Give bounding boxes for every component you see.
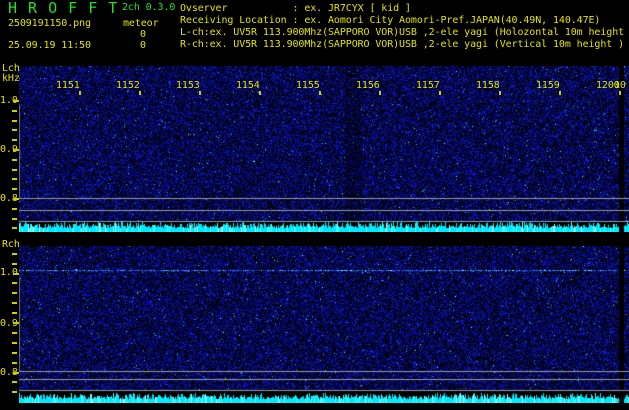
rch-spectrogram-canvas (19, 246, 629, 403)
axis-tick (12, 362, 17, 364)
axis-tick (12, 120, 17, 122)
observer-info-line: Ovserver : ex. JR7CYX [ kid ] (180, 3, 411, 15)
rch-channel-label: Rch (2, 239, 20, 251)
axis-tick (559, 91, 561, 95)
axis-tick (199, 91, 201, 95)
axis-tick (12, 188, 17, 190)
lch-info-line: L-ch:ex. UV5R 113.900Mhz(SAPPORO VOR)USB… (180, 27, 624, 39)
axis-tick (13, 372, 19, 374)
output-filename: 2509191150.png (8, 18, 91, 30)
time-label-1151: 1151 (56, 80, 80, 92)
hrofft-output-image: H R O F F T 2ch 0.3.0 2509191150.png met… (0, 0, 629, 410)
axis-tick (12, 218, 17, 220)
channel-version-label: 2ch 0.3.0 (122, 2, 175, 14)
rch-info-line: R-ch:ex. UV5R 113.900Mhz(SAPPORO VOR)USB… (180, 39, 624, 51)
axis-tick (12, 129, 17, 131)
axis-tick (259, 91, 261, 95)
axis-tick (12, 139, 17, 141)
axis-tick (12, 178, 17, 180)
axis-tick (13, 273, 19, 275)
axis-tick (12, 312, 17, 314)
axis-tick (379, 91, 381, 95)
axis-tick (12, 332, 17, 334)
axis-tick (12, 263, 17, 265)
axis-tick (13, 149, 19, 151)
axis-tick (13, 100, 19, 102)
axis-tick (319, 91, 321, 95)
time-label-1156: 1156 (356, 80, 380, 92)
meteor-count-rch: 0 (140, 40, 146, 52)
axis-tick (79, 91, 81, 95)
axis-tick (12, 253, 17, 255)
time-label-1159: 1159 (536, 80, 560, 92)
axis-tick (12, 282, 17, 284)
axis-tick (12, 227, 17, 229)
axis-tick (13, 198, 19, 200)
axis-tick (12, 302, 17, 304)
axis-tick (12, 292, 17, 294)
axis-tick (12, 391, 17, 393)
lch-unit-label: kHz (2, 73, 20, 85)
axis-tick (12, 169, 17, 171)
axis-tick (12, 342, 17, 344)
axis-tick (12, 381, 17, 383)
axis-tick (12, 159, 17, 161)
time-label-1153: 1153 (176, 80, 200, 92)
timestamp: 25.09.19 11:50 (8, 40, 91, 52)
time-label-1158: 1158 (476, 80, 500, 92)
app-title: H R O F F T (8, 2, 118, 14)
axis-tick (139, 91, 141, 95)
axis-tick (12, 352, 17, 354)
axis-tick (439, 91, 441, 95)
rch-ytick-0_9: 0.9 (0, 318, 17, 330)
time-label-1152: 1152 (116, 80, 140, 92)
time-label-1157: 1157 (416, 80, 440, 92)
axis-tick (12, 208, 17, 210)
axis-tick (619, 91, 621, 95)
axis-tick (13, 322, 19, 324)
time-label-1155: 1155 (296, 80, 320, 92)
time-label-1154: 1154 (236, 80, 260, 92)
axis-tick (499, 91, 501, 95)
location-info-line: Receiving Location : ex. Aomori City Aom… (180, 15, 600, 27)
axis-tick (12, 110, 17, 112)
